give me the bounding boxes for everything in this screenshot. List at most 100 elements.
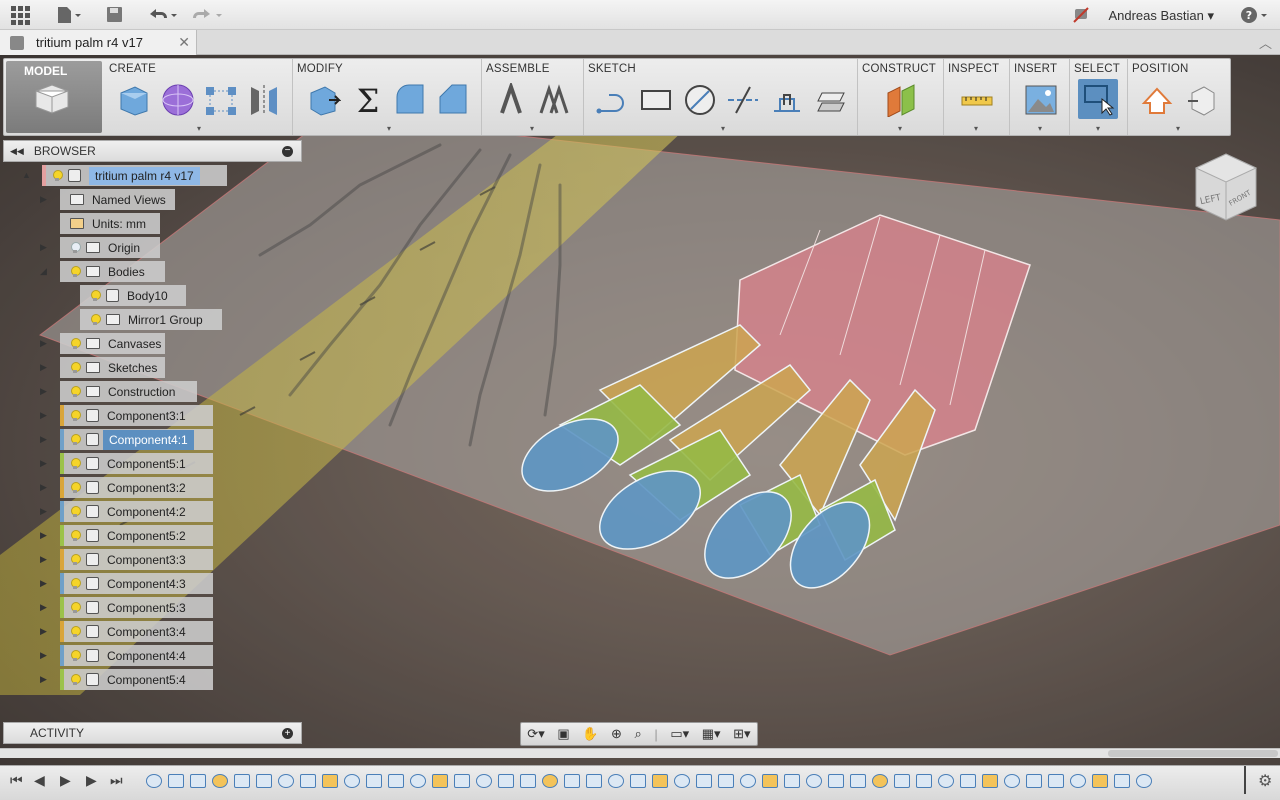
offset-plane-icon[interactable] <box>884 83 918 117</box>
expand-arrow-icon[interactable]: ▶ <box>40 554 50 565</box>
timeline-feature-icon[interactable] <box>278 774 294 788</box>
timeline-feature-icon[interactable] <box>1026 774 1042 788</box>
parameters-icon[interactable]: Σ <box>351 83 385 117</box>
expand-arrow-icon[interactable]: ▶ <box>40 338 50 349</box>
workspace-switcher[interactable]: MODEL <box>6 61 102 133</box>
zoom-icon[interactable]: ⊕ <box>611 726 622 742</box>
collapse-browser-icon[interactable]: ◀◀ <box>10 146 24 157</box>
canvas-viewport[interactable]: MODEL CREATE MODIFY Σ ASSEMBLE SKET <box>0 55 1280 765</box>
timeline-feature-icon[interactable] <box>300 774 316 788</box>
expand-arrow-icon[interactable]: ◢ <box>40 266 50 277</box>
rectangle-icon[interactable] <box>639 83 673 117</box>
timeline-feature-icon[interactable] <box>586 774 602 788</box>
timeline-marker-icon[interactable] <box>1244 766 1246 794</box>
visibility-bulb-icon[interactable] <box>70 265 81 278</box>
timeline-feature-icon[interactable] <box>674 774 690 788</box>
expand-arrow-icon[interactable]: ▶ <box>40 410 50 421</box>
file-icon[interactable] <box>56 5 82 25</box>
canvas-image-icon[interactable] <box>1024 83 1058 117</box>
offset-icon[interactable] <box>770 83 804 117</box>
expand-arrow-icon[interactable]: ▶ <box>40 386 50 397</box>
timeline-feature-icon[interactable] <box>784 774 800 788</box>
visibility-bulb-icon[interactable] <box>70 409 81 422</box>
visibility-bulb-icon[interactable] <box>70 625 81 638</box>
timeline-feature-icon[interactable] <box>938 774 954 788</box>
timeline-feature-icon[interactable] <box>256 774 272 788</box>
timeline-feature-icon[interactable] <box>454 774 470 788</box>
trim-icon[interactable] <box>726 83 760 117</box>
sketch-dropdown-icon[interactable] <box>721 124 725 133</box>
timeline-feature-icon[interactable] <box>498 774 514 788</box>
modify-dropdown-icon[interactable] <box>387 124 391 133</box>
timeline-feature-icon[interactable] <box>718 774 734 788</box>
sphere-icon[interactable] <box>161 83 195 117</box>
visibility-bulb-icon[interactable] <box>70 457 81 470</box>
step-forward-icon[interactable]: ▶ <box>60 772 71 789</box>
timeline-feature-icon[interactable] <box>872 774 888 788</box>
timeline-feature-icon[interactable] <box>322 774 338 788</box>
viewports-icon[interactable]: ⊞▾ <box>733 726 750 742</box>
capture-position-icon[interactable] <box>1140 83 1174 117</box>
document-tab[interactable]: tritium palm r4 v17 ✕ <box>0 30 197 55</box>
insert-dropdown-icon[interactable] <box>1038 124 1042 133</box>
go-to-end-icon[interactable]: ⏭ <box>110 772 123 789</box>
construct-dropdown-icon[interactable] <box>898 124 902 133</box>
timeline-feature-icon[interactable] <box>564 774 580 788</box>
minimize-icon[interactable]: − <box>282 146 293 157</box>
mirror-icon[interactable] <box>247 83 281 117</box>
timeline-feature-icon[interactable] <box>168 774 184 788</box>
timeline-feature-icon[interactable] <box>1114 774 1130 788</box>
new-component-icon[interactable] <box>117 83 151 117</box>
expand-arrow-icon[interactable]: ▶ <box>40 506 50 517</box>
timeline-feature-icon[interactable] <box>1092 774 1108 788</box>
measure-icon[interactable] <box>960 83 994 117</box>
user-menu[interactable]: Andreas Bastian ▾ <box>1108 8 1214 24</box>
timeline-feature-icon[interactable] <box>850 774 866 788</box>
visibility-bulb-icon[interactable] <box>52 169 63 182</box>
as-built-joint-icon[interactable] <box>537 83 571 117</box>
fillet-icon[interactable] <box>393 83 427 117</box>
visibility-bulb-icon[interactable] <box>90 289 101 302</box>
timeline-feature-icon[interactable] <box>1070 774 1086 788</box>
no-notification-icon[interactable] <box>1072 5 1090 25</box>
timeline-feature-icon[interactable] <box>432 774 448 788</box>
chamfer-icon[interactable] <box>436 83 470 117</box>
timeline-feature-icon[interactable] <box>212 774 228 788</box>
expand-arrow-icon[interactable]: ▲ <box>22 170 32 180</box>
pan-icon[interactable]: ✋ <box>582 726 598 742</box>
timeline-feature-icon[interactable] <box>410 774 426 788</box>
expand-arrow-icon[interactable]: ▶ <box>40 242 50 253</box>
expand-arrow-icon[interactable]: ▶ <box>40 194 50 205</box>
timeline-feature-icon[interactable] <box>982 774 998 788</box>
project-icon[interactable] <box>814 83 848 117</box>
expand-arrow-icon[interactable]: ▶ <box>40 626 50 637</box>
timeline-feature-icon[interactable] <box>740 774 756 788</box>
timeline-feature-icon[interactable] <box>960 774 976 788</box>
timeline-feature-icon[interactable] <box>696 774 712 788</box>
timeline-feature-icon[interactable] <box>1048 774 1064 788</box>
position-dropdown-icon[interactable] <box>1176 124 1180 133</box>
timeline-feature-icon[interactable] <box>652 774 668 788</box>
expand-arrow-icon[interactable]: ▶ <box>40 578 50 589</box>
visibility-bulb-icon[interactable] <box>70 673 81 686</box>
press-pull-icon[interactable] <box>307 83 341 117</box>
line-icon[interactable] <box>596 83 630 117</box>
view-cube[interactable]: LEFT FRONT <box>1192 150 1260 222</box>
timeline-feature-icon[interactable] <box>630 774 646 788</box>
timeline-feature-icon[interactable] <box>806 774 822 788</box>
undo-icon[interactable] <box>146 5 178 25</box>
timeline-feature-icon[interactable] <box>234 774 250 788</box>
timeline-scrollbar[interactable] <box>0 748 1280 758</box>
timeline-feature-icon[interactable] <box>388 774 404 788</box>
activity-panel-header[interactable]: ACTIVITY + <box>3 722 302 744</box>
assemble-dropdown-icon[interactable] <box>530 124 534 133</box>
pattern-icon[interactable] <box>204 83 238 117</box>
visibility-bulb-icon[interactable] <box>70 337 81 350</box>
fit-icon[interactable]: ⌕ <box>634 726 641 742</box>
help-icon[interactable]: ? <box>1240 5 1270 25</box>
timeline-feature-icon[interactable] <box>762 774 778 788</box>
timeline-feature-icon[interactable] <box>520 774 536 788</box>
expand-arrow-icon[interactable]: ▶ <box>40 482 50 493</box>
visibility-bulb-icon[interactable] <box>70 241 81 254</box>
expand-arrow-icon[interactable]: ▶ <box>40 530 50 541</box>
